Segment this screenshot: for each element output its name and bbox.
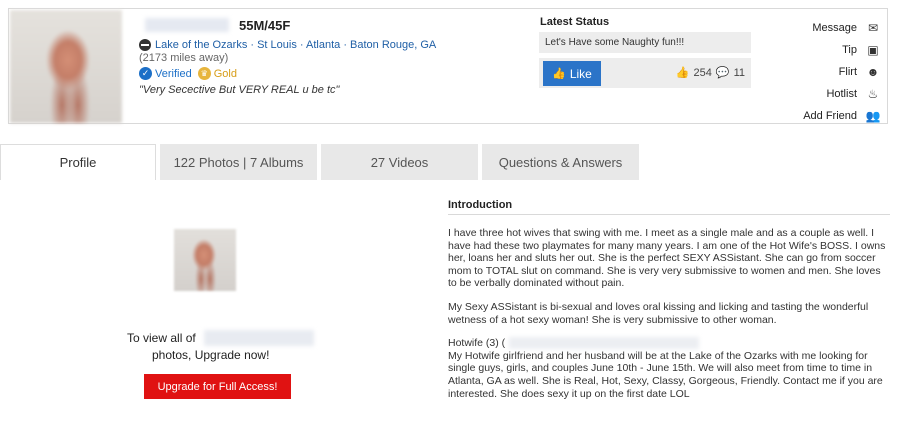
- badges-row: ✓ Verified ♛ Gold: [139, 67, 513, 80]
- introduction-body: I have three hot wives that swing with m…: [448, 227, 890, 400]
- action-tip[interactable]: Tip ▣: [791, 39, 881, 61]
- intro-paragraph: I have three hot wives that swing with m…: [448, 227, 886, 290]
- tab-questions-answers[interactable]: Questions & Answers: [482, 144, 639, 180]
- tab-photos-label: 122 Photos | 7 Albums: [173, 154, 304, 170]
- status-actions-bar: 👍 Like 👍 254 💬 11: [539, 58, 751, 88]
- hotwife-heading-text: Hotwife (3) (: [448, 337, 506, 350]
- action-message-label: Message: [812, 22, 857, 34]
- gold-badge[interactable]: Gold: [214, 68, 237, 80]
- envelope-icon: ✉: [867, 21, 879, 35]
- comment-icon: 💬: [715, 67, 730, 79]
- comments-count[interactable]: 11: [734, 67, 745, 79]
- upgrade-panel: To view all of photos, Upgrade now! Upgr…: [0, 180, 420, 441]
- profile-info: 55M/45F Lake of the Ozarks · St Louis · …: [133, 15, 513, 96]
- location-row[interactable]: Lake of the Ozarks · St Louis · Atlanta …: [133, 39, 513, 51]
- tab-videos[interactable]: 27 Videos: [321, 144, 478, 180]
- upgrade-text-1: To view all of: [127, 331, 196, 345]
- thumbs-up-icon: 👍: [552, 68, 566, 80]
- status-title: Latest Status: [540, 16, 610, 28]
- hotwife-heading: Hotwife (3) (: [448, 337, 890, 350]
- profile-tabs: Profile 122 Photos | 7 Albums 27 Videos …: [0, 144, 900, 180]
- blurred-username: [203, 330, 314, 346]
- like-label: Like: [569, 66, 592, 81]
- tab-qa-label: Questions & Answers: [498, 154, 623, 170]
- action-hotlist-label: Hotlist: [826, 88, 857, 100]
- upgrade-message-line2: photos, Upgrade now!: [152, 348, 270, 362]
- name-row: 55M/45F: [133, 15, 513, 35]
- gold-crown-icon: ♛: [197, 67, 211, 80]
- verified-badge[interactable]: Verified: [155, 68, 192, 80]
- profile-tagline: "Very Secective But VERY REAL u be tc": [139, 84, 340, 96]
- action-message[interactable]: Message ✉: [791, 17, 881, 39]
- profile-header-card: 55M/45F Lake of the Ozarks · St Louis · …: [8, 8, 888, 124]
- likes-count[interactable]: 254: [694, 67, 712, 79]
- add-friend-icon: 👥: [865, 109, 881, 123]
- introduction-title: Introduction: [448, 199, 890, 215]
- upgrade-button[interactable]: Upgrade for Full Access!: [144, 374, 291, 399]
- latest-status-box: Latest Status Let's Have some Naughty fu…: [539, 16, 751, 88]
- blurred-username: [509, 337, 700, 350]
- blurred-username: [145, 18, 229, 32]
- locked-photo-thumbnail[interactable]: [174, 229, 236, 291]
- action-tip-label: Tip: [842, 44, 857, 56]
- flame-icon: ♨: [867, 87, 879, 101]
- tab-profile[interactable]: Profile: [0, 144, 156, 180]
- action-add-friend[interactable]: Add Friend 👥: [791, 105, 881, 127]
- sex-age-label: 55M/45F: [239, 17, 291, 33]
- globe-icon: [139, 39, 151, 51]
- intro-paragraph: My Sexy ASSistant is bi-sexual and loves…: [448, 300, 869, 326]
- profile-avatar[interactable]: [10, 10, 122, 123]
- profile-actions: Message ✉ Tip ▣ Flirt ☻ Hotlist ♨ Add Fr…: [791, 17, 881, 127]
- verified-check-icon: ✓: [139, 67, 152, 80]
- action-hotlist[interactable]: Hotlist ♨: [791, 83, 881, 105]
- tip-icon: ▣: [867, 43, 879, 57]
- action-flirt-label: Flirt: [838, 66, 857, 78]
- tab-photos[interactable]: 122 Photos | 7 Albums: [160, 144, 317, 180]
- status-stats: 👍 254 💬 11: [675, 66, 745, 80]
- action-flirt[interactable]: Flirt ☻: [791, 61, 881, 83]
- likes-count-icon: 👍: [675, 67, 690, 79]
- action-add-friend-label: Add Friend: [803, 110, 857, 122]
- tab-videos-label: 27 Videos: [370, 154, 429, 170]
- status-text: Let's Have some Naughty fun!!!: [539, 32, 751, 53]
- location-text[interactable]: Lake of the Ozarks · St Louis · Atlanta …: [155, 39, 436, 51]
- upgrade-message-line1: To view all of: [127, 330, 314, 346]
- intro-paragraph: My Hotwife girlfriend and her husband wi…: [448, 349, 883, 400]
- flirt-icon: ☻: [866, 65, 880, 79]
- tab-profile-label: Profile: [59, 155, 97, 170]
- distance-label: (2173 miles away): [139, 52, 229, 64]
- introduction-section: Introduction I have three hot wives that…: [448, 199, 890, 411]
- like-button[interactable]: 👍 Like: [543, 61, 601, 86]
